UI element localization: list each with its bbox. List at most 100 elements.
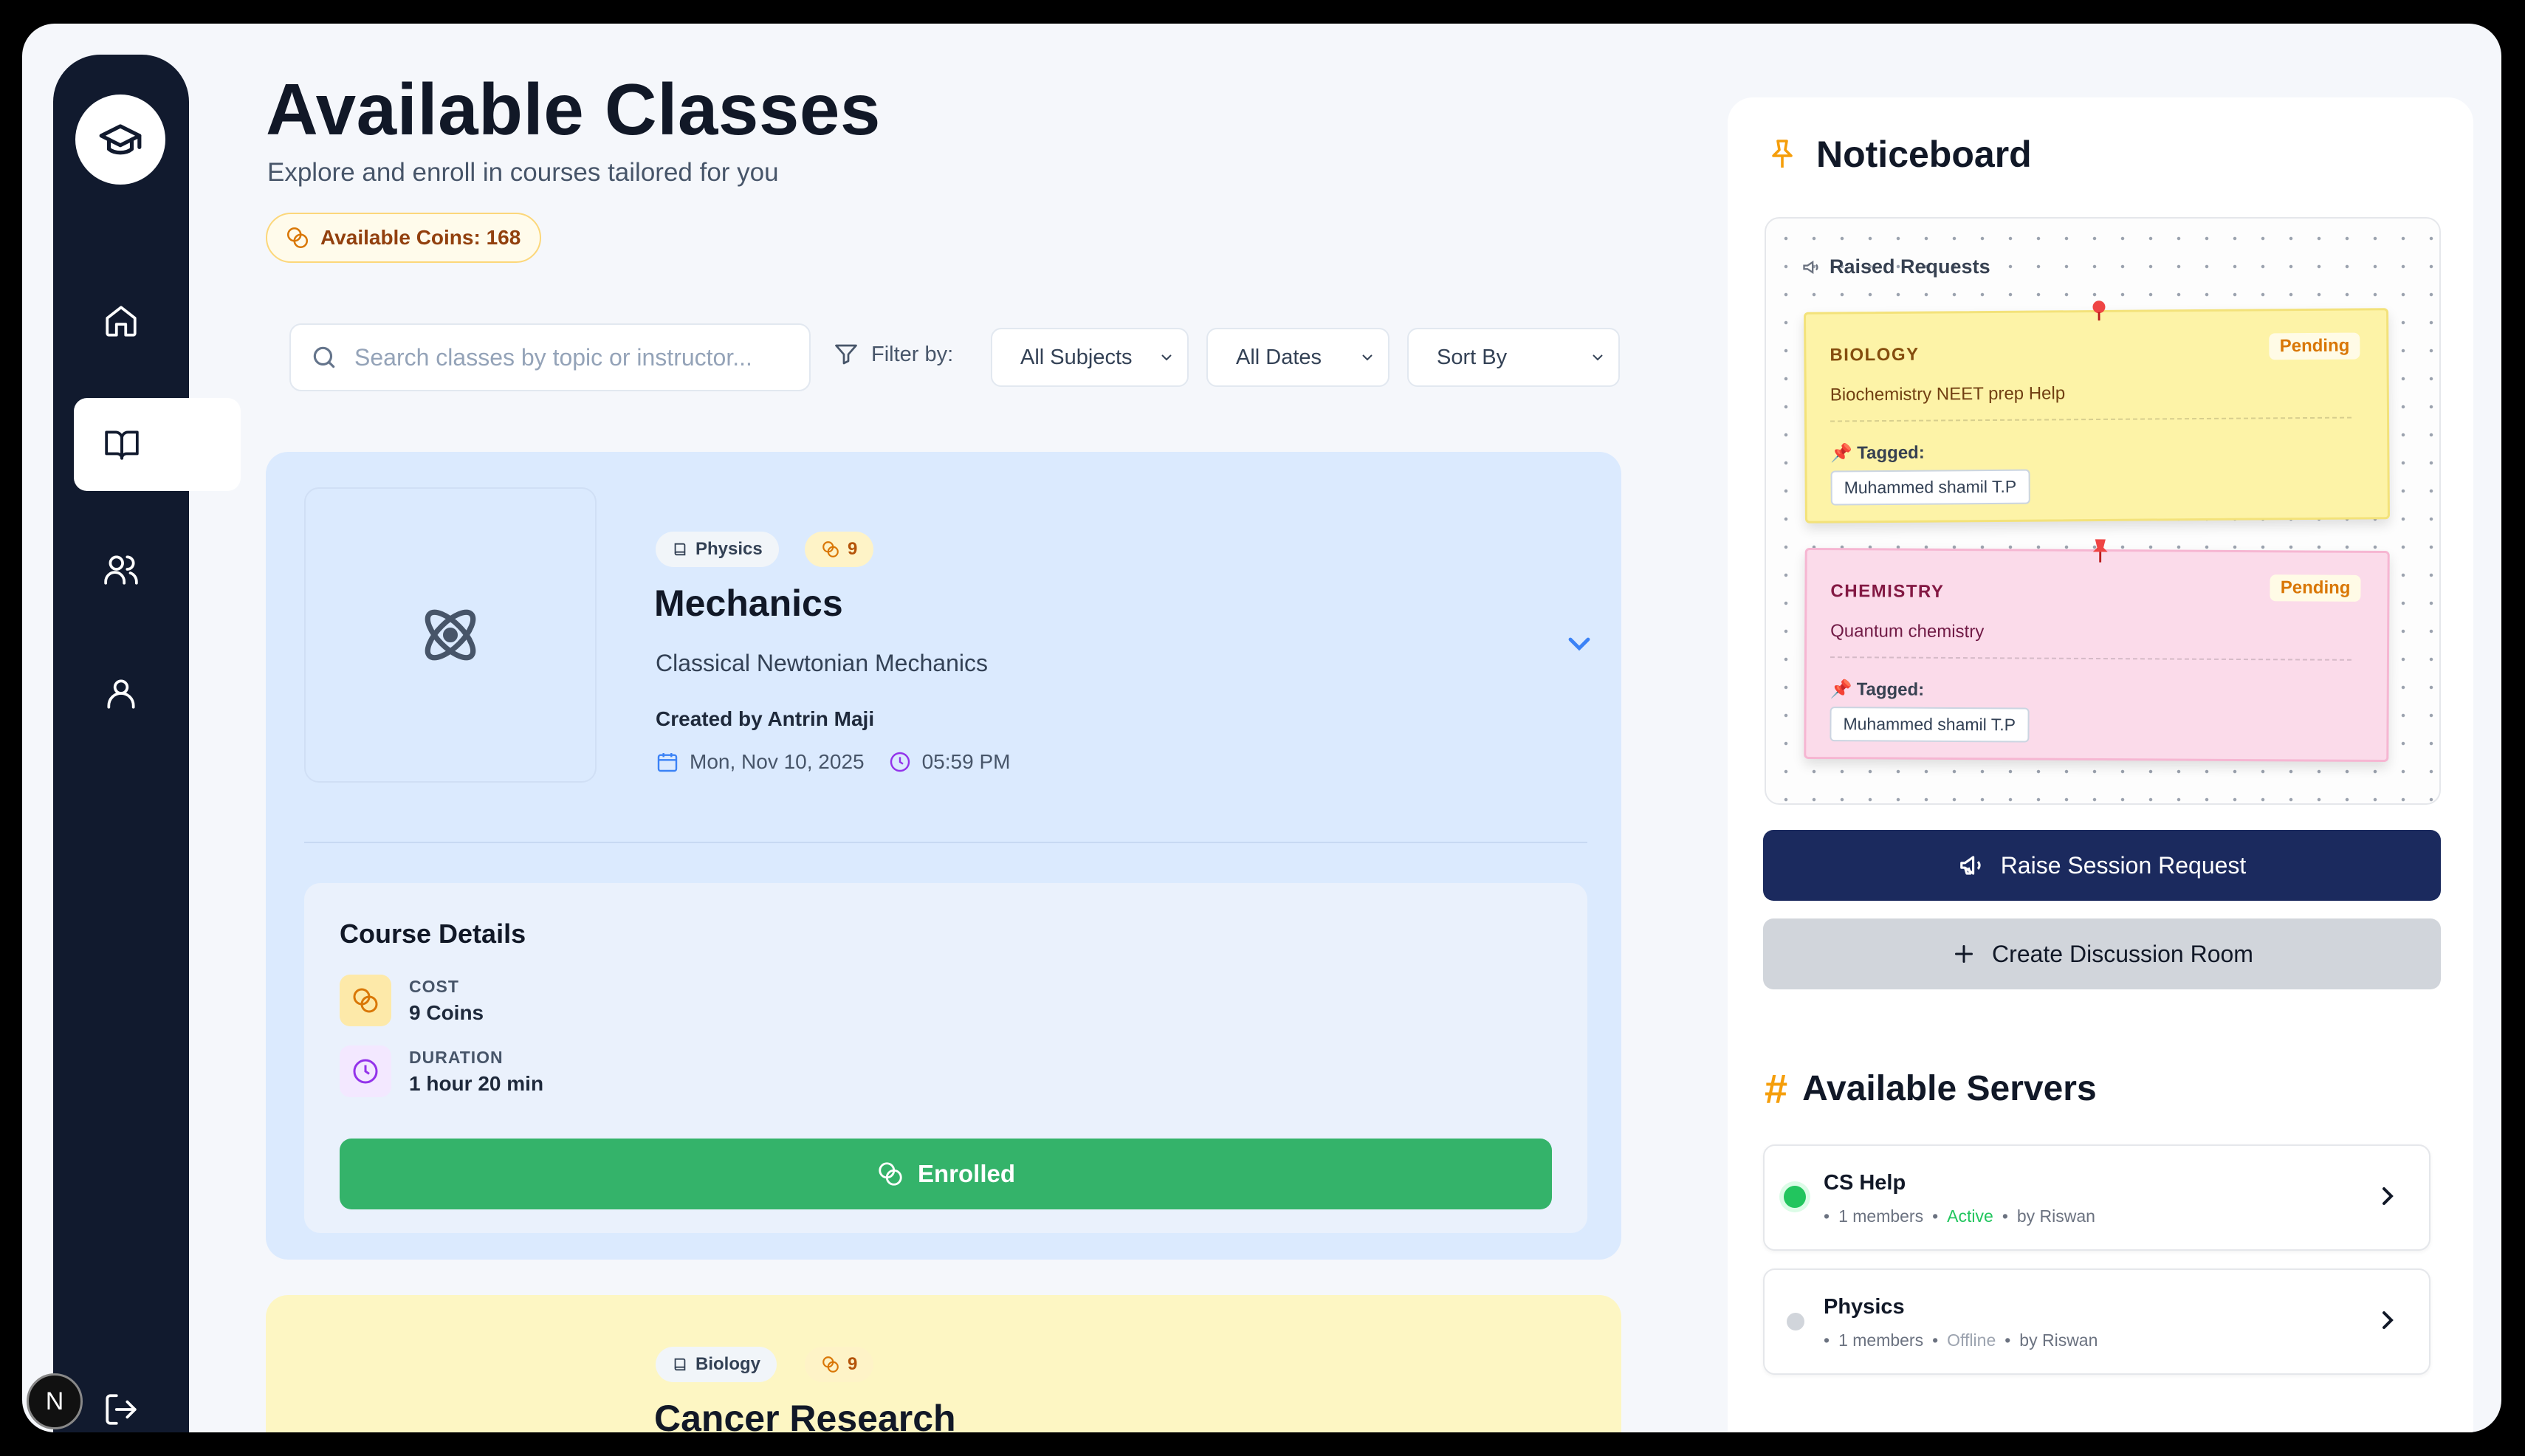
divider <box>1830 656 2351 661</box>
raise-session-request-button[interactable]: Raise Session Request <box>1763 830 2441 901</box>
page-title: Available Classes <box>266 69 881 150</box>
request-note[interactable]: CHEMISTRY Pending Quantum chemistry 📌 Ta… <box>1804 539 2390 763</box>
server-name: CS Help <box>1824 1171 1906 1195</box>
hash-icon: # <box>1765 1065 1788 1112</box>
book-icon <box>674 543 686 556</box>
dates-select[interactable]: All Dates <box>1206 328 1389 387</box>
note-subject: CHEMISTRY <box>1830 581 1945 602</box>
search-input[interactable] <box>354 343 768 371</box>
server-info: • 1 members • Offline • by Riswan <box>1824 1330 2098 1350</box>
coins-icon <box>822 541 839 557</box>
status-dot <box>1787 1313 1804 1330</box>
chevron-right-icon <box>2383 1311 2394 1329</box>
filter-icon <box>835 344 857 365</box>
tagged-person: Muhammed shamil T.P <box>1830 469 2030 506</box>
server-info: • 1 members • Active • by Riswan <box>1824 1206 2095 1226</box>
subjects-select[interactable]: All Subjects <box>991 328 1189 387</box>
logout-icon <box>106 1394 137 1425</box>
atom-icon <box>425 609 476 661</box>
course-details: Course Details COST 9 Coins DURATION 1 h… <box>304 883 1587 1233</box>
course-details-heading: Course Details <box>340 918 526 949</box>
subject-tag: Biology <box>656 1347 777 1382</box>
note-topic: Quantum chemistry <box>1830 621 1985 642</box>
page-subtitle: Explore and enroll in courses tailored f… <box>267 158 779 187</box>
class-card[interactable]: Biology 9 Cancer Research <box>266 1295 1621 1432</box>
plus-icon <box>1955 945 1973 963</box>
coins-badge: Available Coins: 168 <box>266 213 542 263</box>
raised-requests-label: Raised Requests <box>1801 255 1990 278</box>
search-icon <box>313 346 335 368</box>
sidebar-item-profile[interactable] <box>53 647 189 740</box>
cost-tag: 9 <box>805 532 874 567</box>
pin-icon <box>1772 140 1793 168</box>
pushpin-icon <box>2092 539 2108 563</box>
book-open-icon <box>105 430 139 460</box>
divider <box>1830 416 2352 422</box>
server-item-cs-help[interactable]: CS Help • 1 members • Active • by Riswan <box>1763 1144 2430 1251</box>
tagged-label: 📌 Tagged: <box>1830 679 1925 700</box>
sidebar <box>53 55 241 1432</box>
chevron-down-icon <box>1362 354 1373 361</box>
class-date: Mon, Nov 10, 2025 <box>690 750 865 773</box>
users-icon <box>104 555 138 585</box>
megaphone-icon <box>1959 856 1981 875</box>
coins-label: Available Coins: 168 <box>320 226 521 249</box>
noticeboard-title: Noticeboard <box>1765 133 2032 176</box>
coins-icon <box>340 975 391 1026</box>
user-badge[interactable]: N <box>27 1373 83 1429</box>
note-topic: Biochemistry NEET prep Help <box>1830 383 2066 405</box>
status-dot <box>1784 1186 1806 1208</box>
note-subject: BIOLOGY <box>1830 344 1920 365</box>
coins-icon <box>879 1162 902 1186</box>
chevron-down-icon <box>1593 354 1603 361</box>
sidebar-item-home[interactable] <box>53 275 189 368</box>
status-badge: Pending <box>2270 574 2361 602</box>
chevron-right-icon <box>2383 1187 2394 1205</box>
pushpin-icon: 📌 <box>1830 679 1852 700</box>
request-note[interactable]: BIOLOGY Pending Biochemistry NEET prep H… <box>1804 301 2390 523</box>
status-badge: Pending <box>2269 332 2360 360</box>
clock-icon <box>340 1045 391 1097</box>
server-item-physics[interactable]: Physics • 1 members • Offline • by Riswan <box>1763 1268 2430 1375</box>
megaphone-icon <box>1803 260 1818 274</box>
class-schedule: Mon, Nov 10, 2025 05:59 PM <box>656 750 1010 774</box>
coins-icon <box>286 227 309 249</box>
class-thumbnail <box>304 487 597 783</box>
pushpin-icon <box>2092 301 2106 321</box>
cost-row: COST 9 Coins <box>340 975 484 1026</box>
chevron-down-icon <box>1161 354 1172 361</box>
chevron-down-icon <box>1568 637 1590 651</box>
tagged-person: Muhammed shamil T.P <box>1830 707 2030 743</box>
notice-board: Raised Requests BIOLOGY Pending Biochemi… <box>1765 217 2441 805</box>
tagged-label: 📌 Tagged: <box>1830 442 1925 464</box>
class-creator: Created by Antrin Maji <box>656 707 875 730</box>
duration-row: DURATION 1 hour 20 min <box>340 1045 543 1097</box>
class-time: 05:59 PM <box>921 750 1011 773</box>
available-servers-title: # Available Servers <box>1765 1065 2097 1112</box>
class-card[interactable]: Physics 9 Mechanics Classical Newtonian … <box>266 452 1621 1260</box>
class-title: Cancer Research <box>654 1398 956 1432</box>
filter-label: Filter by: <box>833 341 953 368</box>
expand-toggle[interactable] <box>1562 626 1597 665</box>
pushpin-icon: 📌 <box>1830 443 1853 464</box>
clock-icon <box>890 752 910 772</box>
search-box[interactable] <box>289 323 811 391</box>
book-icon <box>674 1358 686 1371</box>
sidebar-item-classes[interactable] <box>74 398 241 491</box>
app-window: N Available Classes Explore and enroll i… <box>22 24 2501 1432</box>
server-name: Physics <box>1824 1295 1905 1319</box>
graduation-cap-icon[interactable] <box>75 95 165 185</box>
home-icon <box>106 306 137 337</box>
subject-tag: Physics <box>656 532 779 567</box>
user-icon <box>107 679 135 709</box>
divider <box>304 842 1587 843</box>
sort-select[interactable]: Sort By <box>1407 328 1620 387</box>
class-description: Classical Newtonian Mechanics <box>656 650 988 676</box>
right-panel: Noticeboard Raised Requests BIOLOGY Pend… <box>1728 97 2473 1432</box>
class-title: Mechanics <box>654 583 843 624</box>
enrolled-button[interactable]: Enrolled <box>340 1139 1552 1209</box>
calendar-icon <box>657 753 678 772</box>
create-discussion-room-button[interactable]: Create Discussion Room <box>1763 918 2441 989</box>
sidebar-item-community[interactable] <box>53 523 189 616</box>
coins-icon <box>822 1356 839 1373</box>
